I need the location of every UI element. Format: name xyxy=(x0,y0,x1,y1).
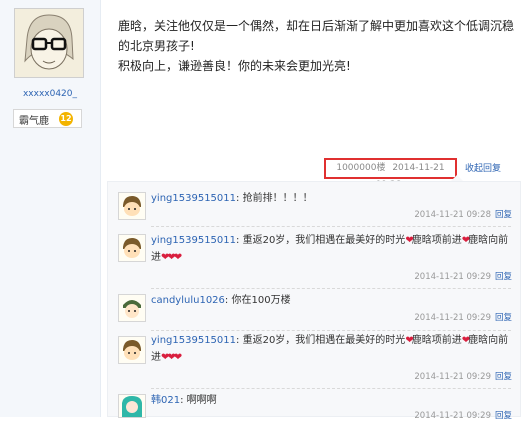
reply-list: ying1539515011: 抢前排！！！！ 2014-11-21 09:28… xyxy=(107,181,521,421)
anime-avatar-icon xyxy=(119,395,145,417)
reply-colon: : xyxy=(236,193,240,204)
reply-avatar[interactable] xyxy=(118,234,146,262)
reply-text: ying1539515011: 重返20岁，我们相遇在最美好的时光❤鹿晗项前进❤… xyxy=(151,332,513,366)
post-meta-highlight: 1000000楼 2014-11-21 09:28 xyxy=(324,158,457,190)
reply-button[interactable]: 回复 xyxy=(495,210,512,220)
cartoon-avatar-icon xyxy=(119,295,145,321)
reply-colon: : xyxy=(180,395,184,406)
reply-button[interactable]: 回复 xyxy=(495,272,512,282)
reply-avatar[interactable] xyxy=(118,394,146,418)
reply-message-d: 进 xyxy=(151,352,161,363)
reply-username[interactable]: candylulu1026 xyxy=(151,295,225,306)
user-name-link[interactable]: xxxxx0420_ xyxy=(0,89,100,99)
reply-message-c: 鹿晗向前 xyxy=(468,335,509,346)
reply-text: candylulu1026: 你在100万楼 xyxy=(151,292,513,309)
avatar-sketch-icon xyxy=(15,9,83,77)
reply-message-b: 鹿晗项前进 xyxy=(411,235,462,246)
reply-button[interactable]: 回复 xyxy=(495,372,512,382)
reply-button[interactable]: 回复 xyxy=(495,313,512,323)
reply-time: 2014-11-21 09:29 xyxy=(414,272,491,282)
cartoon-avatar-icon xyxy=(119,193,145,219)
user-level-badge[interactable]: 霸气鹿 12 xyxy=(13,109,82,128)
reply-message-d: 进 xyxy=(151,252,161,263)
reply-message: 你在100万楼 xyxy=(231,295,291,306)
reply-divider xyxy=(151,288,511,289)
reply-colon: : xyxy=(224,295,229,306)
reply-colon: : xyxy=(236,235,240,246)
reply-message-b: 鹿晗项前进 xyxy=(411,335,462,346)
reply-meta: 2014-11-21 09:29 回复 xyxy=(414,270,512,282)
reply-message-a: 重返20岁，我们相遇在最美好的时光 xyxy=(242,235,406,246)
cartoon-avatar-icon xyxy=(119,235,145,261)
reply-time: 2014-11-21 09:29 xyxy=(414,372,491,382)
cartoon-avatar-icon xyxy=(119,337,145,363)
reply-message-a: 重返20岁，我们相遇在最美好的时光 xyxy=(242,335,406,346)
reply-text: 韩021: 啊啊啊 xyxy=(151,392,513,409)
user-sidebar: xxxxx0420_ 霸气鹿 12 xyxy=(0,0,101,417)
reply-meta: 2014-11-21 09:29 回复 xyxy=(414,409,512,421)
floor-number: 1000000楼 xyxy=(336,163,386,173)
reply-divider xyxy=(151,388,511,389)
post-content: 鹿晗，关注他仅仅是一个偶然，却在日后渐渐了解中更加喜欢这个低调沉稳的北京男孩子!… xyxy=(118,16,516,76)
post-text-line-1: 鹿晗，关注他仅仅是一个偶然，却在日后渐渐了解中更加喜欢这个低调沉稳的北京男孩子! xyxy=(118,19,515,53)
reply-meta: 2014-11-21 09:29 回复 xyxy=(414,311,512,323)
reply-button[interactable]: 回复 xyxy=(495,411,512,421)
reply-colon: : xyxy=(236,335,240,346)
heart-icon: ❤ xyxy=(173,252,183,263)
reply-username[interactable]: ying1539515011 xyxy=(151,193,236,204)
reply-avatar[interactable] xyxy=(118,294,146,322)
reply-time: 2014-11-21 09:29 xyxy=(414,313,491,323)
reply-message: 啊啊啊 xyxy=(186,395,217,406)
reply-username[interactable]: 韩021 xyxy=(151,395,180,406)
user-avatar[interactable] xyxy=(14,8,84,78)
reply-username[interactable]: ying1539515011 xyxy=(151,335,236,346)
reply-divider xyxy=(151,330,511,331)
reply-username[interactable]: ying1539515011 xyxy=(151,235,236,246)
reply-meta: 2014-11-21 09:29 回复 xyxy=(414,370,512,382)
reply-time: 2014-11-21 09:29 xyxy=(414,411,491,421)
reply-message: 抢前排！！！！ xyxy=(242,193,313,204)
reply-avatar[interactable] xyxy=(118,336,146,364)
reply-text: ying1539515011: 重返20岁，我们相遇在最美好的时光❤鹿晗项前进❤… xyxy=(151,232,513,266)
reply-message-c: 鹿晗向前 xyxy=(468,235,509,246)
level-name: 霸气鹿 xyxy=(19,116,49,127)
reply-meta: 2014-11-21 09:28 回复 xyxy=(414,208,512,220)
reply-time: 2014-11-21 09:28 xyxy=(414,210,491,220)
collapse-replies-link[interactable]: 收起回复 xyxy=(465,161,501,174)
post-text-line-2: 积极向上，谦逊善良！你的未来会更加光亮! xyxy=(118,59,351,73)
reply-text: ying1539515011: 抢前排！！！！ xyxy=(151,190,513,207)
heart-icon: ❤ xyxy=(173,352,183,363)
reply-divider xyxy=(151,226,511,227)
level-number-icon: 12 xyxy=(59,112,73,126)
reply-avatar[interactable] xyxy=(118,192,146,220)
